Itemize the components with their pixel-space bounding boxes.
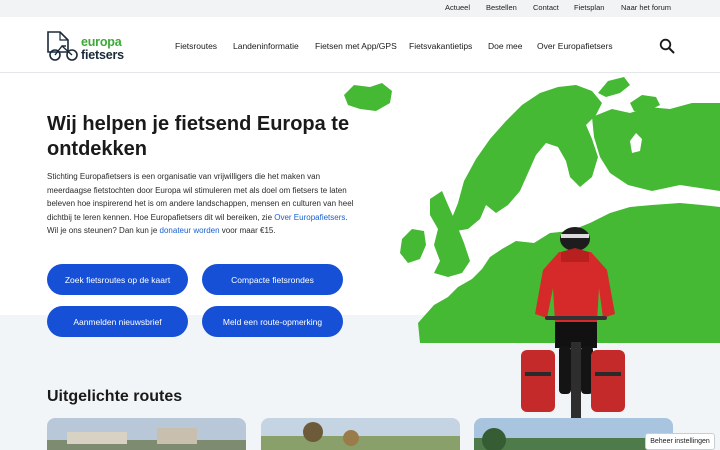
nav-item-landeninformatie[interactable]: Landeninformatie [233,41,299,51]
nav-item-fietsen-met-app[interactable]: Fietsen met App/GPS [315,41,397,51]
search-icon[interactable] [659,38,675,54]
nav-item-fietsvakantietips[interactable]: Fietsvakantietips [409,41,472,51]
topbar-link-bestellen[interactable]: Bestellen [486,3,517,12]
bicycle-logo-icon [47,31,78,61]
report-route-remark-button[interactable]: Meld een route-opmerking [202,306,343,337]
topbar-link-contact[interactable]: Contact [533,3,559,12]
search-routes-map-button[interactable]: Zoek fietsroutes op de kaart [47,264,188,295]
nav-item-doe-mee[interactable]: Doe mee [488,41,523,51]
route-photo-3 [474,418,673,450]
nav-item-fietsroutes[interactable]: Fietsroutes [175,41,217,51]
nav-item-over-europafietsers[interactable]: Over Europafietsers [537,41,613,51]
hero-title: Wij helpen je fietsend Europa te ontdekk… [47,113,350,160]
newsletter-signup-button[interactable]: Aanmelden nieuwsbrief [47,306,188,337]
link-donateur-worden[interactable]: donateur worden [160,226,220,235]
featured-routes-title: Uitgelichte routes [47,388,183,405]
link-over-europafietsers[interactable]: Over Europafietsers [274,213,345,222]
hero-intro-text: Stichting Europafietsers is een organisa… [47,170,357,238]
top-utility-bar: Actueel Bestellen Contact Fietsplan Naar… [0,0,720,17]
route-photo-1 [47,418,246,450]
logo-text-europa: europa [81,35,122,49]
topbar-link-actueel[interactable]: Actueel [445,3,470,12]
topbar-link-fietsplan[interactable]: Fietsplan [574,3,604,12]
featured-route-card-3[interactable] [474,418,673,450]
compact-rounds-button[interactable]: Compacte fietsrondes [202,264,343,295]
featured-route-card-1[interactable] [47,418,246,450]
site-logo[interactable]: europa fietsers [46,30,136,62]
site-header: europa fietsers Fietsroutes Landeninform… [0,17,720,73]
featured-route-card-2[interactable] [261,418,460,450]
route-photo-2 [261,418,460,450]
topbar-link-forum[interactable]: Naar het forum [621,3,671,12]
cookie-settings-button[interactable]: Beheer instellingen [645,433,715,450]
cyclist-photo [521,227,625,420]
logo-text-fietsers: fietsers [81,48,124,62]
intro-text-part3: voor maar €15. [219,226,276,235]
